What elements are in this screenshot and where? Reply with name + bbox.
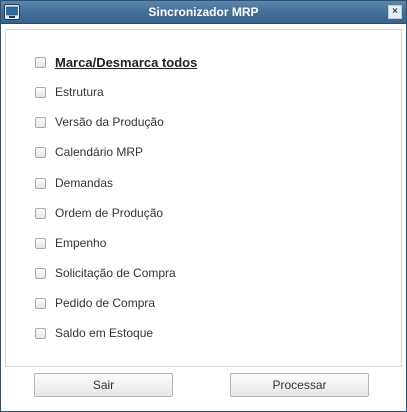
options-panel: Marca/Desmarca todos Estrutura Versão da… bbox=[5, 29, 402, 367]
option-label: Estrutura bbox=[55, 85, 104, 99]
option-saldo-estoque[interactable]: Saldo em Estoque bbox=[35, 325, 153, 341]
option-calendario-mrp[interactable]: Calendário MRP bbox=[35, 144, 143, 160]
process-button[interactable]: Processar bbox=[230, 373, 369, 397]
option-label: Demandas bbox=[55, 176, 114, 190]
option-ordem-producao[interactable]: Ordem de Produção bbox=[35, 205, 163, 221]
option-label: Solicitação de Compra bbox=[55, 266, 176, 280]
option-select-all[interactable]: Marca/Desmarca todos bbox=[35, 54, 197, 70]
checkbox[interactable] bbox=[35, 267, 46, 279]
title-bar[interactable]: Sincronizador MRP × bbox=[1, 1, 406, 24]
checkbox[interactable] bbox=[35, 86, 46, 98]
option-label: Calendário MRP bbox=[55, 145, 144, 159]
checkbox[interactable] bbox=[35, 297, 46, 309]
option-label: Versão da Produção bbox=[55, 115, 164, 129]
option-label: Ordem de Produção bbox=[55, 206, 164, 220]
option-versao-producao[interactable]: Versão da Produção bbox=[35, 114, 164, 130]
option-label: Pedido de Compra bbox=[55, 296, 156, 310]
checkbox[interactable] bbox=[35, 177, 46, 189]
checkbox[interactable] bbox=[35, 327, 46, 339]
option-pedido-compra[interactable]: Pedido de Compra bbox=[35, 295, 155, 311]
option-label: Empenho bbox=[55, 236, 107, 250]
option-estrutura[interactable]: Estrutura bbox=[35, 84, 104, 100]
checkbox[interactable] bbox=[35, 146, 46, 158]
option-demandas[interactable]: Demandas bbox=[35, 175, 113, 191]
checkbox[interactable] bbox=[35, 207, 46, 219]
close-icon: × bbox=[392, 6, 398, 17]
window-title: Sincronizador MRP bbox=[148, 5, 259, 19]
close-button[interactable]: × bbox=[388, 5, 402, 19]
checkbox[interactable] bbox=[35, 56, 46, 68]
exit-button[interactable]: Sair bbox=[34, 373, 173, 397]
checkbox[interactable] bbox=[35, 237, 46, 249]
option-empenho[interactable]: Empenho bbox=[35, 235, 106, 251]
sincronizador-window: Sincronizador MRP × Marca/Desmarca todos… bbox=[0, 0, 407, 412]
option-label: Saldo em Estoque bbox=[55, 326, 154, 340]
option-label: Marca/Desmarca todos bbox=[55, 54, 198, 70]
button-bar: Sair Processar bbox=[5, 367, 402, 407]
option-solicitacao-compra[interactable]: Solicitação de Compra bbox=[35, 265, 176, 281]
checkbox[interactable] bbox=[35, 116, 46, 128]
